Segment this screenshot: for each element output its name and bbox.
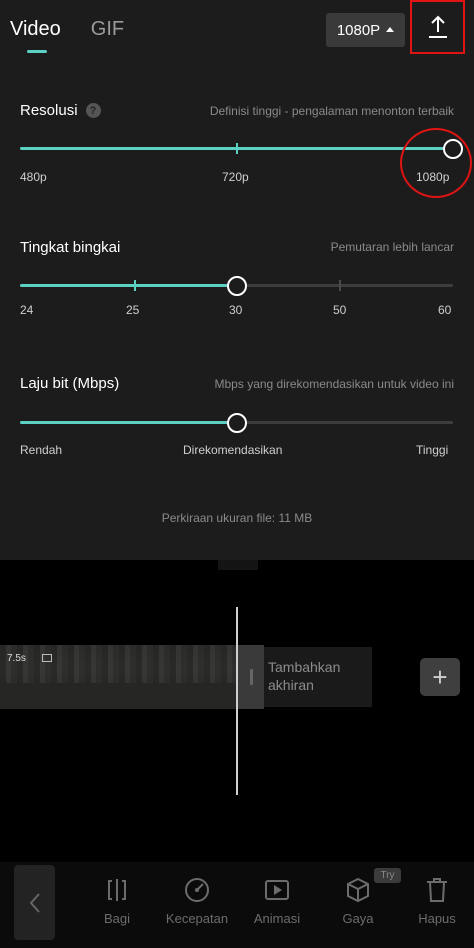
framerate-slider[interactable] — [20, 275, 453, 296]
toolbar-split-label: Bagi — [103, 911, 131, 926]
resolution-title-text: Resolusi — [20, 102, 78, 119]
bitrate-slider-fill — [20, 421, 237, 424]
clip-duration: 7.5s — [7, 653, 26, 664]
split-icon — [108, 879, 126, 901]
toolbar-animation[interactable]: Animasi — [247, 876, 307, 926]
clip-frame-icon — [42, 654, 52, 662]
bitrate-label-recommended: Direkomendasikan — [183, 443, 283, 457]
bitrate-slider[interactable] — [20, 412, 453, 433]
resolution-description: Definisi tinggi - pengalaman menonton te… — [209, 104, 454, 118]
grip-icon — [250, 669, 253, 685]
toolbar-style[interactable]: Gaya — [328, 876, 388, 926]
framerate-label-25: 25 — [126, 303, 140, 317]
framerate-label-50: 50 — [333, 303, 347, 317]
framerate-slider-fill — [20, 284, 237, 287]
framerate-label-60: 60 — [438, 303, 452, 317]
bitrate-slider-thumb[interactable] — [226, 412, 247, 433]
framerate-tick-25 — [133, 280, 136, 291]
playhead[interactable] — [236, 607, 238, 795]
framerate-title: Tingkat bingkai — [20, 239, 120, 256]
bitrate-label-high: Tinggi — [416, 443, 449, 457]
bitrate-label-low: Rendah — [20, 443, 63, 457]
toolbar-animation-label: Animasi — [253, 911, 301, 926]
bottom-toolbar — [0, 862, 474, 948]
caret-up-icon — [386, 26, 395, 32]
try-badge: Try — [374, 868, 401, 883]
resolution-title: Resolusi ? — [20, 102, 101, 119]
framerate-slider-thumb[interactable] — [226, 275, 247, 296]
bitrate-title-text: Laju bit (Mbps) — [20, 375, 120, 392]
bitrate-description: Mbps yang direkomendasikan untuk video i… — [214, 377, 454, 391]
toolbar-delete-label: Hapus — [418, 911, 456, 926]
help-icon[interactable]: ? — [85, 103, 101, 118]
toolbar-split[interactable]: Bagi — [87, 876, 147, 926]
speed-icon — [185, 878, 209, 902]
tab-video[interactable]: Video — [10, 18, 61, 53]
style-cube-icon — [347, 877, 369, 903]
clip-thumbnail-ground — [0, 683, 237, 709]
format-tabs: Video GIF — [10, 18, 124, 53]
animation-icon — [265, 880, 289, 900]
framerate-description: Pemutaran lebih lancar — [330, 240, 454, 254]
framerate-label-30: 30 — [229, 303, 243, 317]
resolution-slider[interactable] — [20, 138, 463, 159]
resolution-label-480p: 480p — [20, 170, 47, 184]
toolbar-delete[interactable]: Hapus — [407, 876, 467, 926]
video-clip[interactable]: 7.5s — [0, 645, 237, 709]
tab-gif[interactable]: GIF — [91, 18, 124, 41]
framerate-label-24: 24 — [20, 303, 34, 317]
add-clip-button[interactable]: + — [420, 658, 460, 696]
clip-trim-handle[interactable] — [237, 645, 264, 709]
bitrate-title: Laju bit (Mbps) — [20, 375, 119, 392]
export-settings-panel: Video GIF 1080P Resolusi ? Definisi ting… — [0, 0, 474, 560]
file-size-estimate: Perkiraan ukuran file: 11 MB — [161, 511, 313, 525]
framerate-title-text: Tingkat bingkai — [20, 239, 121, 256]
upload-icon — [428, 15, 447, 38]
clip-thumbnail-trees — [0, 645, 237, 685]
trash-icon — [427, 878, 447, 902]
chevron-left-icon — [29, 892, 40, 913]
resolution-dropdown-button[interactable]: 1080P — [326, 13, 405, 47]
back-button[interactable] — [14, 865, 55, 940]
toolbar-speed-label: Kecepatan — [165, 911, 229, 926]
resolution-tick-720p — [235, 143, 238, 154]
framerate-tick-50 — [339, 280, 342, 291]
resolution-dropdown-label: 1080P — [336, 21, 381, 39]
toolbar-speed[interactable]: Kecepatan — [165, 876, 229, 926]
resolution-label-720p: 720p — [222, 170, 249, 184]
panel-handle — [218, 560, 258, 570]
resolution-slider-thumb[interactable] — [443, 138, 463, 159]
add-ending-button[interactable]: Tambahkan akhiran — [264, 647, 372, 707]
toolbar-style-label: Gaya — [342, 911, 374, 926]
export-button[interactable] — [410, 0, 465, 54]
resolution-label-1080p: 1080p — [416, 170, 450, 184]
